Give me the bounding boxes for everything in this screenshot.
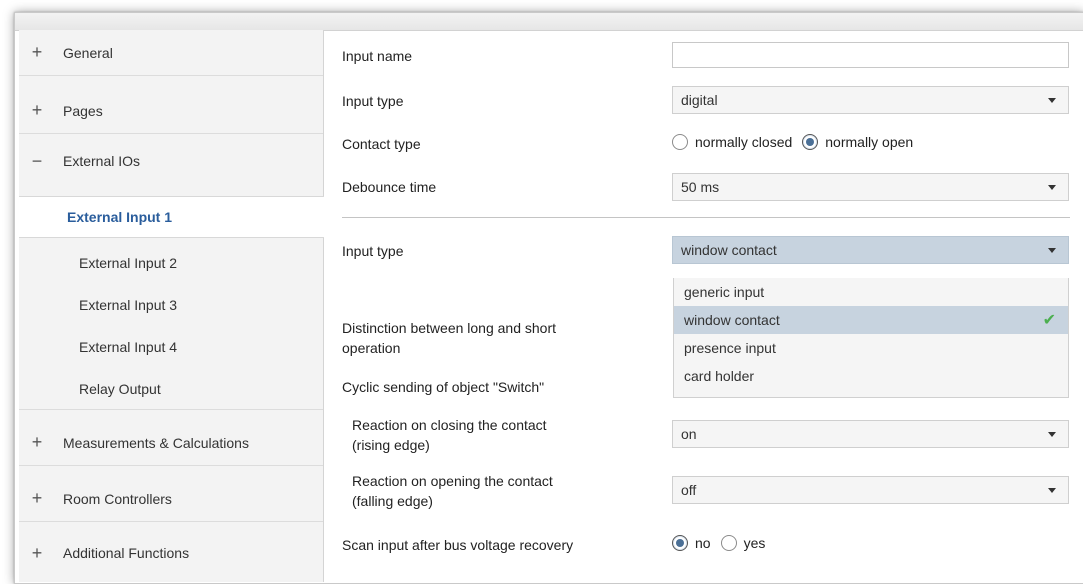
sidebar-item-external-input-2[interactable]: External Input 2: [19, 242, 323, 284]
chevron-down-icon: [1048, 185, 1056, 190]
option-label: window contact: [684, 312, 780, 328]
radio-label: normally open: [825, 134, 914, 150]
select-value: window contact: [681, 242, 777, 258]
sidebar-group-pages[interactable]: + Pages: [19, 88, 323, 134]
sidebar-item-label: External Input 3: [79, 297, 178, 313]
chevron-down-icon: [1048, 248, 1056, 253]
radio-label: yes: [743, 535, 766, 551]
sidebar-group-measurements[interactable]: + Measurements & Calculations: [19, 420, 323, 466]
sidebar-group-label: Measurements & Calculations: [63, 434, 249, 451]
expand-icon: +: [31, 100, 43, 120]
label-line: (falling edge): [352, 493, 433, 509]
select-value: digital: [681, 92, 718, 108]
sidebar-group-room-controllers[interactable]: + Room Controllers: [19, 476, 323, 522]
expand-icon: +: [31, 42, 43, 62]
sidebar-item-label: External Input 4: [79, 339, 178, 355]
contact-type-radio-group: normally closed normally open: [672, 134, 923, 150]
chevron-down-icon: [1048, 98, 1056, 103]
debounce-time-select[interactable]: 50 ms: [672, 173, 1069, 201]
dropdown-option-card-holder[interactable]: card holder: [674, 362, 1068, 390]
sidebar-group-label: General: [63, 44, 113, 61]
sidebar-item-external-input-4[interactable]: External Input 4: [19, 326, 323, 368]
collapse-icon: −: [31, 150, 43, 171]
sidebar-item-external-input-1[interactable]: External Input 1: [19, 196, 324, 238]
label-line: Reaction on opening the contact: [352, 473, 553, 489]
reaction-opening-select[interactable]: off: [672, 476, 1069, 504]
chevron-down-icon: [1048, 488, 1056, 493]
dropdown-option-generic-input[interactable]: generic input: [674, 278, 1068, 306]
contact-type-label: Contact type: [342, 136, 421, 152]
scan-input-label: Scan input after bus voltage recovery: [342, 537, 574, 553]
input-name-label: Input name: [342, 48, 413, 64]
parameter-panel: Input name Input type digital Contact ty…: [324, 30, 1082, 582]
normally-closed-radio[interactable]: [672, 134, 688, 150]
input-type-label: Input type: [342, 93, 404, 109]
sidebar-group-label: External IOs: [63, 153, 141, 169]
select-value: off: [681, 482, 697, 498]
expand-icon: +: [31, 432, 43, 452]
radio-label: no: [695, 535, 711, 551]
sidebar-group-label: Pages: [63, 102, 103, 119]
scan-no-radio[interactable]: [672, 535, 688, 551]
sidebar-item-external-input-3[interactable]: External Input 3: [19, 284, 323, 326]
cyclic-sending-label: Cyclic sending of object "Switch": [342, 379, 545, 395]
sidebar-group-additional-functions[interactable]: + Additional Functions: [19, 530, 323, 576]
checkmark-icon: ✔: [1042, 312, 1056, 329]
sidebar-group-general[interactable]: + General: [19, 30, 323, 76]
label-line: Distinction between long and short: [342, 320, 557, 336]
label-line: Reaction on closing the contact: [352, 417, 547, 433]
debounce-time-label: Debounce time: [342, 179, 437, 195]
sidebar: + General + Pages − External IOs Externa…: [19, 30, 324, 582]
radio-label: normally closed: [695, 134, 793, 150]
reaction-closing-select[interactable]: on: [672, 420, 1069, 448]
section-divider: [342, 217, 1070, 218]
scan-yes-radio[interactable]: [720, 535, 737, 551]
select-value: 50 ms: [681, 179, 720, 195]
reaction-opening-label: Reaction on opening the contact (falling…: [352, 471, 553, 511]
input-name-field[interactable]: [672, 42, 1069, 68]
expand-icon: +: [31, 542, 43, 563]
reaction-closing-label: Reaction on closing the contact (rising …: [352, 415, 547, 455]
dropdown-option-window-contact[interactable]: window contact ✔: [674, 306, 1068, 334]
sidebar-item-label: Relay Output: [79, 380, 161, 397]
scan-input-radio-group: no yes: [672, 535, 775, 551]
distinction-label: Distinction between long and short opera…: [342, 318, 556, 358]
sidebar-item-relay-output[interactable]: Relay Output: [19, 368, 323, 410]
normally-open-radio[interactable]: [802, 134, 819, 150]
sidebar-item-label: External Input 2: [79, 255, 178, 271]
input-type-function-select[interactable]: window contact: [672, 236, 1069, 264]
window-title-bar: [15, 13, 1083, 31]
dropdown-option-presence-input[interactable]: presence input: [674, 334, 1068, 362]
sidebar-group-label: Additional Functions: [63, 545, 190, 561]
chevron-down-icon: [1048, 432, 1056, 437]
label-line: operation: [342, 340, 401, 356]
input-type-dropdown-list: generic input window contact ✔ presence …: [673, 278, 1069, 398]
input-type-select[interactable]: digital: [672, 86, 1069, 114]
label-line: (rising edge): [352, 437, 430, 453]
expand-icon: +: [31, 488, 43, 508]
sidebar-item-label: External Input 1: [67, 209, 173, 225]
input-type-function-label: Input type: [342, 243, 404, 259]
sidebar-group-external-ios[interactable]: − External IOs: [19, 138, 323, 184]
select-value: on: [681, 426, 697, 442]
sidebar-group-label: Room Controllers: [63, 490, 172, 507]
